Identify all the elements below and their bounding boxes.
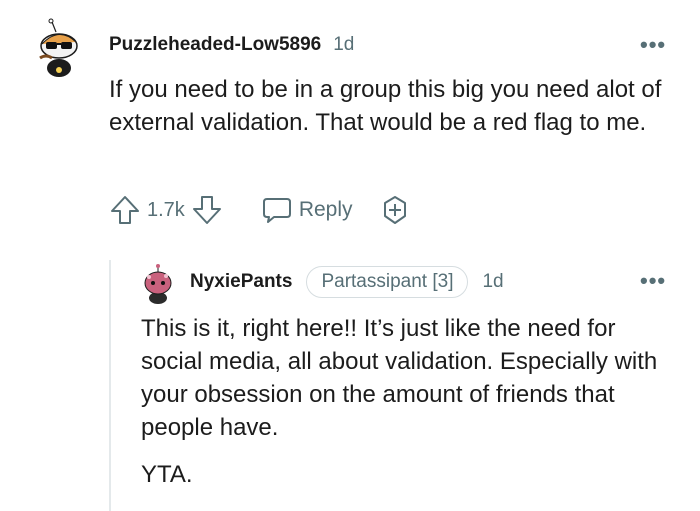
comment-author[interactable]: Puzzleheaded-Low5896	[109, 34, 321, 56]
comment-body: If you need to be in a group this big yo…	[109, 73, 669, 139]
user-flair: Partassipant [3]	[306, 266, 469, 298]
comment-timestamp[interactable]: 1d	[333, 34, 354, 56]
reply-more-options-button[interactable]: •••	[640, 268, 666, 294]
reply-body: This is it, right here!! It’s just like …	[141, 312, 661, 491]
award-button[interactable]	[379, 194, 411, 226]
reply-paragraph: YTA.	[141, 461, 193, 488]
snoo-avatar-icon	[144, 264, 172, 304]
comment-header: Puzzleheaded-Low5896 1d	[109, 34, 354, 56]
reply-header: NyxiePants Partassipant [3] 1d	[190, 266, 504, 298]
reply-button[interactable]: Reply	[261, 195, 353, 225]
thread-line[interactable]	[109, 260, 111, 511]
downvote-button[interactable]	[191, 193, 223, 227]
snoo-avatar-icon	[39, 18, 78, 77]
upvote-arrow-icon	[111, 196, 139, 224]
award-plus-icon	[383, 196, 406, 224]
reply-timestamp[interactable]: 1d	[482, 271, 503, 293]
user-avatar[interactable]	[34, 18, 84, 78]
speech-bubble-icon	[262, 198, 291, 223]
vote-count: 1.7k	[147, 198, 185, 221]
downvote-arrow-icon	[192, 196, 221, 224]
reply-paragraph: This is it, right here!! It’s just like …	[141, 315, 658, 441]
reply-author[interactable]: NyxiePants	[190, 271, 292, 293]
upvote-button[interactable]	[109, 193, 141, 227]
reply-user-avatar[interactable]	[141, 263, 175, 305]
comment-text: If you need to be in a group this big yo…	[109, 76, 662, 136]
comment-actions: 1.7k Reply	[109, 193, 411, 227]
reply-label: Reply	[298, 198, 353, 221]
more-horizontal-icon: •••	[640, 32, 667, 57]
more-options-button[interactable]: •••	[640, 32, 666, 58]
more-horizontal-icon: •••	[640, 268, 667, 293]
